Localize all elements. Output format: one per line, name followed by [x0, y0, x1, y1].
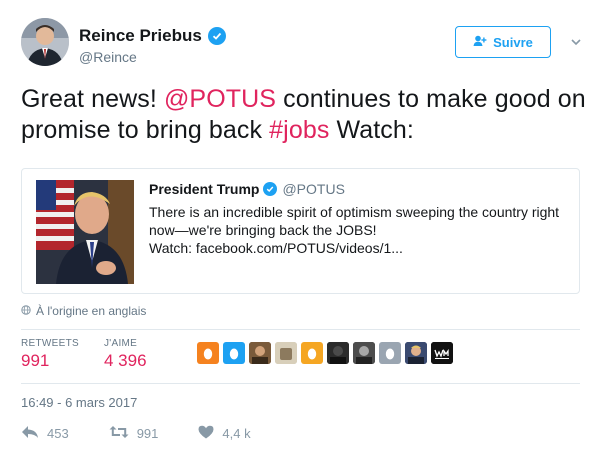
liker-avatars — [197, 342, 453, 364]
original-language-note[interactable]: À l'origine en anglais — [21, 304, 146, 318]
divider — [21, 329, 580, 330]
tweet-text: Great news! @POTUS continues to make goo… — [21, 84, 591, 146]
egg-icon[interactable] — [223, 342, 245, 364]
wm-logo[interactable] — [431, 342, 453, 364]
display-name[interactable]: Reince Priebus — [79, 26, 202, 46]
quoted-display-name[interactable]: President Trump — [149, 181, 259, 197]
liker-avatar[interactable] — [327, 342, 349, 364]
like-count: 4,4 k — [222, 426, 251, 441]
quoted-tweet-text: There is an incredible spirit of optimis… — [149, 203, 569, 257]
retweet-action[interactable]: 991 — [109, 425, 159, 442]
quoted-tweet-image[interactable] — [36, 180, 134, 284]
chevron-down-icon[interactable] — [569, 35, 583, 49]
tweet-text-part1: Great news! — [21, 85, 164, 113]
likes-stat[interactable]: J'AIME 4 396 — [104, 338, 147, 371]
quoted-tweet[interactable]: President Trump @POTUS There is an incre… — [21, 168, 580, 294]
retweet-icon — [109, 425, 129, 442]
reply-icon — [21, 425, 39, 442]
tweet-text-part3: Watch: — [329, 116, 414, 144]
retweets-count: 991 — [21, 351, 50, 370]
quoted-text-line: now—we're bringing back the JOBS! — [149, 222, 377, 238]
reply-count: 453 — [47, 426, 69, 441]
liker-avatar[interactable] — [275, 342, 297, 364]
likes-count: 4 396 — [104, 351, 147, 370]
globe-icon — [21, 304, 31, 318]
tweet-stats: RETWEETS 991 J'AIME 4 396 — [21, 338, 580, 378]
liker-avatar[interactable] — [353, 342, 375, 364]
likes-label: J'AIME — [104, 338, 138, 349]
divider — [21, 383, 580, 384]
reply-action[interactable]: 453 — [21, 425, 69, 442]
quoted-text-line: Watch: facebook.com/POTUS/videos/1... — [149, 240, 403, 256]
like-action[interactable]: 4,4 k — [198, 425, 251, 442]
retweet-count: 991 — [136, 426, 159, 441]
mention-link[interactable]: @POTUS — [164, 85, 276, 113]
tweet-timestamp[interactable]: 16:49 - 6 mars 2017 — [21, 395, 137, 410]
liker-avatar[interactable] — [405, 342, 427, 364]
avatar[interactable] — [21, 18, 69, 66]
follow-button[interactable]: Suivre — [455, 26, 551, 58]
tweet-header: Reince Priebus @Reince Suivre — [21, 18, 591, 68]
add-user-icon — [473, 35, 487, 50]
egg-icon[interactable] — [379, 342, 401, 364]
retweets-stat[interactable]: RETWEETS 991 — [21, 338, 79, 371]
follow-label: Suivre — [493, 34, 533, 50]
hashtag-link[interactable]: #jobs — [269, 116, 329, 144]
verified-badge-icon — [263, 182, 278, 196]
liker-avatar[interactable] — [249, 342, 271, 364]
quoted-text-line: There is an incredible spirit of optimis… — [149, 204, 560, 220]
egg-icon[interactable] — [197, 342, 219, 364]
heart-icon — [198, 425, 214, 442]
verified-badge-icon — [207, 27, 226, 45]
original-language-label: À l'origine en anglais — [36, 304, 147, 318]
user-handle[interactable]: @Reince — [79, 49, 137, 65]
tweet-actions: 453 991 4,4 k — [21, 425, 291, 442]
quoted-handle[interactable]: @POTUS — [282, 181, 344, 197]
egg-icon[interactable] — [301, 342, 323, 364]
retweets-label: RETWEETS — [21, 338, 79, 349]
